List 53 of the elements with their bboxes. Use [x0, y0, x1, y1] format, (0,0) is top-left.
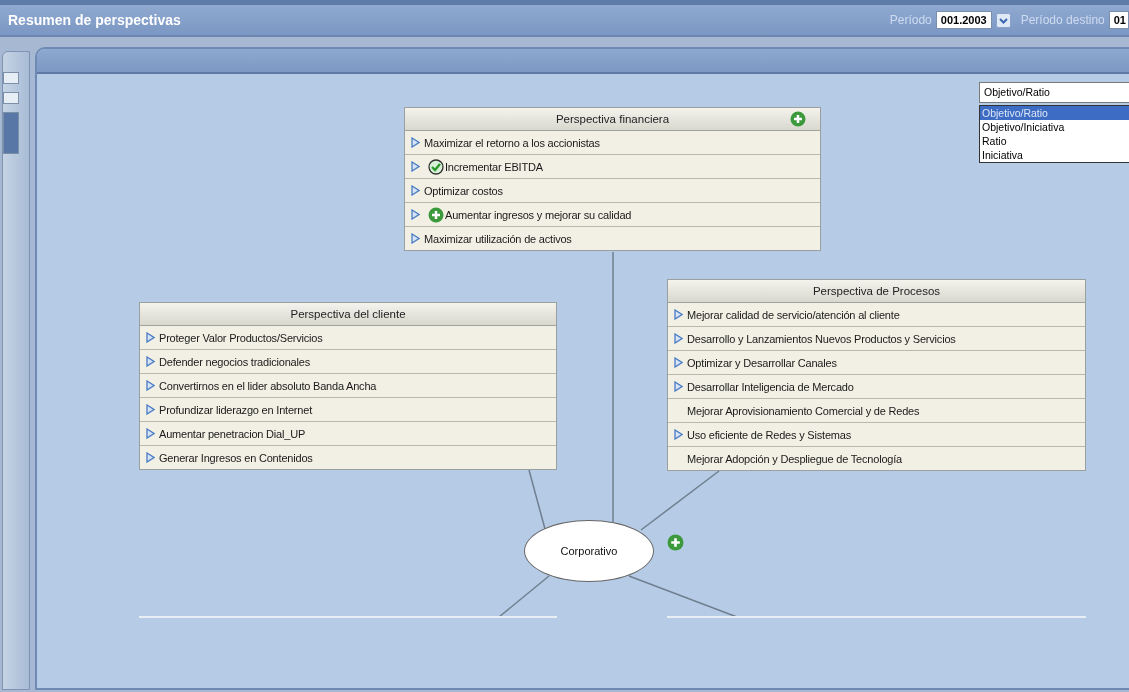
objective-item[interactable]: Profundizar liderazgo en Internet — [159, 403, 312, 416]
perspective-title: Perspectiva financiera — [555, 113, 670, 125]
triangle-icon[interactable] — [411, 137, 420, 148]
period-label: Período — [889, 13, 932, 27]
objective-item[interactable]: Proteger Valor Productos/Servicios — [159, 331, 323, 344]
period-select[interactable]: 001.2003 — [935, 11, 992, 29]
objective-item[interactable]: Optimizar y Desarrollar Canales — [687, 356, 837, 369]
objective-item[interactable]: Maximizar utilización de activos — [424, 232, 572, 245]
dropdown-icon[interactable] — [995, 12, 1011, 28]
objective-item[interactable]: Desarrollar Inteligencia de Mercado — [687, 380, 854, 393]
triangle-icon[interactable] — [674, 381, 683, 392]
connector-line — [498, 575, 550, 618]
dropdown-option[interactable]: Ratio — [980, 134, 1129, 148]
dropdown-option[interactable]: Objetivo/Ratio — [980, 106, 1129, 120]
objective-item[interactable]: Maximizar el retorno a los accionistas — [424, 136, 600, 149]
triangle-icon[interactable] — [146, 428, 155, 439]
objective-item[interactable]: Mejorar Aprovisionamiento Comercial y de Redes — [687, 404, 920, 417]
target-period-label: Período destino — [1020, 13, 1105, 27]
plus-icon[interactable] — [667, 534, 684, 551]
objective-item[interactable]: Mejorar Adopción y Despliegue de Tecnología — [687, 452, 902, 465]
dropdown-option[interactable]: Iniciativa — [980, 148, 1129, 162]
objective-item[interactable]: Uso eficiente de Redes y Sistemas — [687, 428, 851, 441]
triangle-icon[interactable] — [146, 404, 155, 415]
objective-item[interactable]: Aumentar penetracion Dial_UP — [159, 427, 306, 440]
triangle-icon[interactable] — [411, 185, 420, 196]
objective-item[interactable]: Generar Ingresos en Contenidos — [159, 451, 313, 464]
page-title: Resumen de perspectivas — [8, 12, 181, 28]
objective-item[interactable]: Defender negocios tradicionales — [159, 355, 310, 368]
objective-item[interactable]: Incrementar EBITDA — [445, 160, 543, 173]
plus-icon[interactable] — [790, 111, 806, 127]
perspective-title: Perspectiva de Procesos — [812, 285, 941, 297]
triangle-icon[interactable] — [674, 357, 683, 368]
objective-item[interactable]: Mejorar calidad de servicio/atención al cliente — [687, 308, 900, 321]
perspective-title: Perspectiva del cliente — [290, 308, 406, 320]
triangle-icon[interactable] — [146, 452, 155, 463]
objective-item[interactable]: Aumentar ingresos y mejorar su calidad — [445, 208, 632, 221]
dropdown-option[interactable]: Objetivo/Iniciativa — [980, 120, 1129, 134]
triangle-icon[interactable] — [411, 233, 420, 244]
connector-line — [528, 469, 546, 530]
objective-item[interactable]: Convertirnos en el lider absoluto Banda Ancha — [159, 379, 377, 392]
objective-item[interactable]: Optimizar costos — [424, 184, 503, 197]
view-select[interactable]: Objetivo/Ratio — [979, 82, 1129, 103]
objective-item[interactable]: Desarrollo y Lanzamientos Nuevos Productos y Servicios — [687, 332, 956, 345]
triangle-icon[interactable] — [146, 356, 155, 367]
triangle-icon[interactable] — [146, 380, 155, 391]
triangle-icon[interactable] — [674, 429, 683, 440]
target-period-field[interactable]: 01 — [1108, 11, 1129, 29]
triangle-icon[interactable] — [411, 209, 420, 220]
triangle-icon[interactable] — [411, 161, 420, 172]
corporate-node[interactable]: Corporativo — [524, 520, 654, 582]
triangle-icon[interactable] — [674, 309, 683, 320]
triangle-icon[interactable] — [146, 332, 155, 343]
triangle-icon[interactable] — [674, 333, 683, 344]
